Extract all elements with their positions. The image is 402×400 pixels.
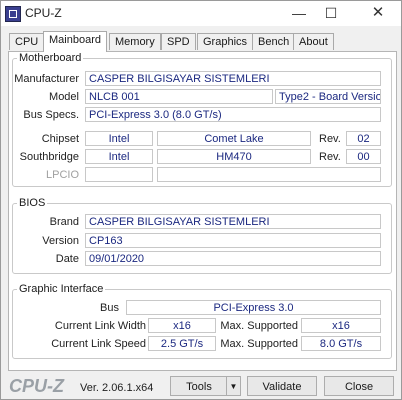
max-speed-field: 8.0 GT/s (301, 336, 381, 351)
validate-button[interactable]: Validate (247, 376, 317, 396)
link-width-label: Current Link Width (54, 320, 146, 332)
motherboard-legend: Motherboard (19, 52, 82, 64)
max-width-field: x16 (301, 318, 381, 333)
maximize-button[interactable]: ☐ (316, 4, 346, 22)
tools-dropdown-arrow-icon[interactable]: ▼ (226, 376, 241, 396)
tab-bench[interactable]: Bench (252, 33, 296, 50)
tab-mainboard[interactable]: Mainboard (43, 31, 107, 52)
model-field: NLCB 001 (85, 89, 273, 104)
gi-bus-field: PCI-Express 3.0 (126, 300, 381, 315)
chipset-rev-label: Rev. (319, 133, 341, 145)
bios-date-label: Date (55, 253, 79, 265)
lpcio-name-field (157, 167, 381, 182)
bios-brand-label: Brand (49, 216, 79, 228)
close-button[interactable]: Close (324, 376, 394, 396)
bus-specs-field: PCI-Express 3.0 (8.0 GT/s) (85, 107, 381, 122)
manufacturer-label: Manufacturer (14, 73, 79, 85)
southbridge-label: Southbridge (19, 151, 79, 163)
max-speed-label: Max. Supported (220, 338, 298, 350)
title-bar: CPU-Z — ☐ ✕ (1, 1, 401, 26)
tab-graphics[interactable]: Graphics (197, 33, 254, 50)
gi-bus-label: Bus (100, 302, 119, 314)
southbridge-rev-label: Rev. (319, 151, 341, 163)
tab-spd[interactable]: SPD (161, 33, 196, 50)
max-width-label: Max. Supported (220, 320, 298, 332)
link-width-field: x16 (148, 318, 216, 333)
bios-legend: BIOS (19, 197, 46, 209)
manufacturer-field: CASPER BILGISAYAR SISTEMLERI (85, 71, 381, 86)
link-speed-label: Current Link Speed (51, 338, 146, 350)
southbridge-vendor-field: Intel (85, 149, 153, 164)
southbridge-name-field: HM470 (157, 149, 311, 164)
bus-specs-label: Bus Specs. (23, 109, 79, 121)
bios-brand-field: CASPER BILGISAYAR SISTEMLERI (85, 214, 381, 229)
cpuz-logo: CPU-Z (9, 376, 64, 396)
chipset-rev-field: 02 (346, 131, 381, 146)
model-label: Model (49, 91, 79, 103)
chipset-name-field: Comet Lake (157, 131, 311, 146)
lpcio-vendor-field (85, 167, 153, 182)
cpuz-window: CPU-Z — ☐ ✕ CPU Mainboard Memory SPD Gra… (0, 0, 402, 400)
cpuz-app-icon (5, 6, 21, 22)
version-text: Ver. 2.06.1.x64 (80, 382, 154, 394)
bios-date-field: 09/01/2020 (85, 251, 381, 266)
bios-version-label: Version (42, 235, 79, 247)
tools-button[interactable]: Tools (170, 376, 228, 396)
model-version-field: Type2 - Board Version (275, 89, 381, 104)
window-title: CPU-Z (25, 6, 62, 20)
bios-version-field: CP163 (85, 233, 381, 248)
link-speed-field: 2.5 GT/s (148, 336, 216, 351)
chipset-vendor-field: Intel (85, 131, 153, 146)
tab-about[interactable]: About (293, 33, 334, 50)
tab-memory[interactable]: Memory (109, 33, 161, 50)
mainboard-panel: Motherboard Manufacturer CASPER BILGISAY… (8, 51, 397, 371)
lpcio-label: LPCIO (45, 169, 79, 181)
tab-cpu[interactable]: CPU (9, 33, 45, 50)
close-window-button[interactable]: ✕ (363, 4, 393, 22)
footer-bar: CPU-Z Ver. 2.06.1.x64 Tools ▼ Validate C… (1, 373, 401, 399)
minimize-button[interactable]: — (284, 4, 314, 22)
chipset-label: Chipset (41, 133, 79, 145)
southbridge-rev-field: 00 (346, 149, 381, 164)
graphic-interface-legend: Graphic Interface (19, 283, 104, 295)
